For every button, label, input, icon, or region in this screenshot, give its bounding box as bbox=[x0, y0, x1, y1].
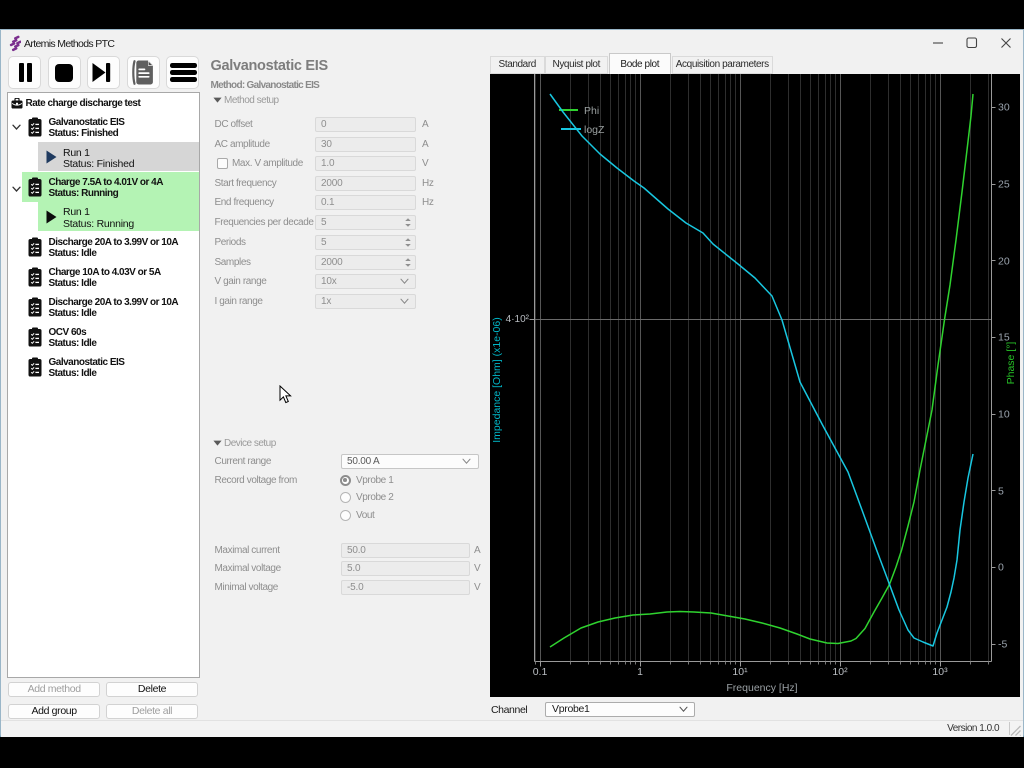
svg-text:0.1: 0.1 bbox=[533, 666, 548, 678]
svg-text:10¹: 10¹ bbox=[732, 666, 748, 678]
svg-text:Impedance [Ohm] (x1e-06): Impedance [Ohm] (x1e-06) bbox=[491, 317, 503, 442]
svg-text:10³: 10³ bbox=[932, 666, 948, 678]
svg-text:1: 1 bbox=[637, 666, 643, 678]
svg-text:10: 10 bbox=[998, 409, 1010, 421]
svg-text:Phase [°]: Phase [°] bbox=[1005, 342, 1017, 385]
svg-text:-5: -5 bbox=[998, 639, 1007, 651]
svg-text:logZ: logZ bbox=[584, 124, 605, 136]
svg-text:4·10²: 4·10² bbox=[506, 314, 530, 325]
svg-text:5: 5 bbox=[998, 486, 1004, 498]
svg-text:0: 0 bbox=[998, 562, 1004, 574]
svg-text:20: 20 bbox=[998, 256, 1010, 268]
svg-text:Frequency [Hz]: Frequency [Hz] bbox=[726, 682, 797, 694]
svg-text:10²: 10² bbox=[832, 666, 848, 678]
svg-text:30: 30 bbox=[998, 102, 1010, 114]
svg-text:25: 25 bbox=[998, 179, 1010, 191]
svg-text:Phi: Phi bbox=[584, 105, 599, 117]
